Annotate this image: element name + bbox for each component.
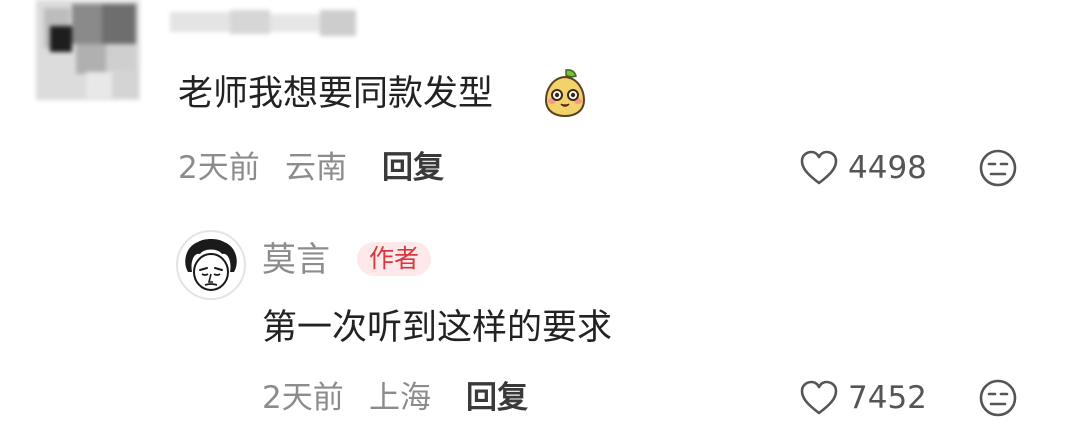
author-avatar[interactable] <box>176 230 246 300</box>
dislike-face-icon[interactable] <box>978 378 1018 418</box>
dislike-face-icon[interactable] <box>978 148 1018 188</box>
author-name[interactable]: 莫言 <box>262 240 330 280</box>
commenter-username[interactable] <box>170 6 370 42</box>
comment-text: 老师我想要同款发型 <box>178 74 493 114</box>
reply-reply-button[interactable]: 回复 <box>466 380 528 416</box>
author-badge: 作者 <box>357 242 432 276</box>
heart-icon[interactable] <box>799 149 839 187</box>
comment-reply-button[interactable]: 回复 <box>382 150 444 186</box>
sticker-pear-face-icon <box>544 69 586 118</box>
reply-location: 上海 <box>369 380 431 416</box>
comment-time: 2天前 <box>178 150 260 186</box>
comment-text-content: 老师我想要同款发型 <box>178 74 494 114</box>
reply-text: 第一次听到这样的要求 <box>262 308 613 348</box>
reply-time: 2天前 <box>262 380 344 416</box>
commenter-avatar[interactable] <box>36 0 140 100</box>
heart-icon[interactable] <box>799 379 839 417</box>
comment-location: 云南 <box>285 150 347 186</box>
author-caricature-icon <box>185 239 237 291</box>
reply-like-count: 7452 <box>848 380 927 416</box>
comment-like-count: 4498 <box>848 150 927 186</box>
